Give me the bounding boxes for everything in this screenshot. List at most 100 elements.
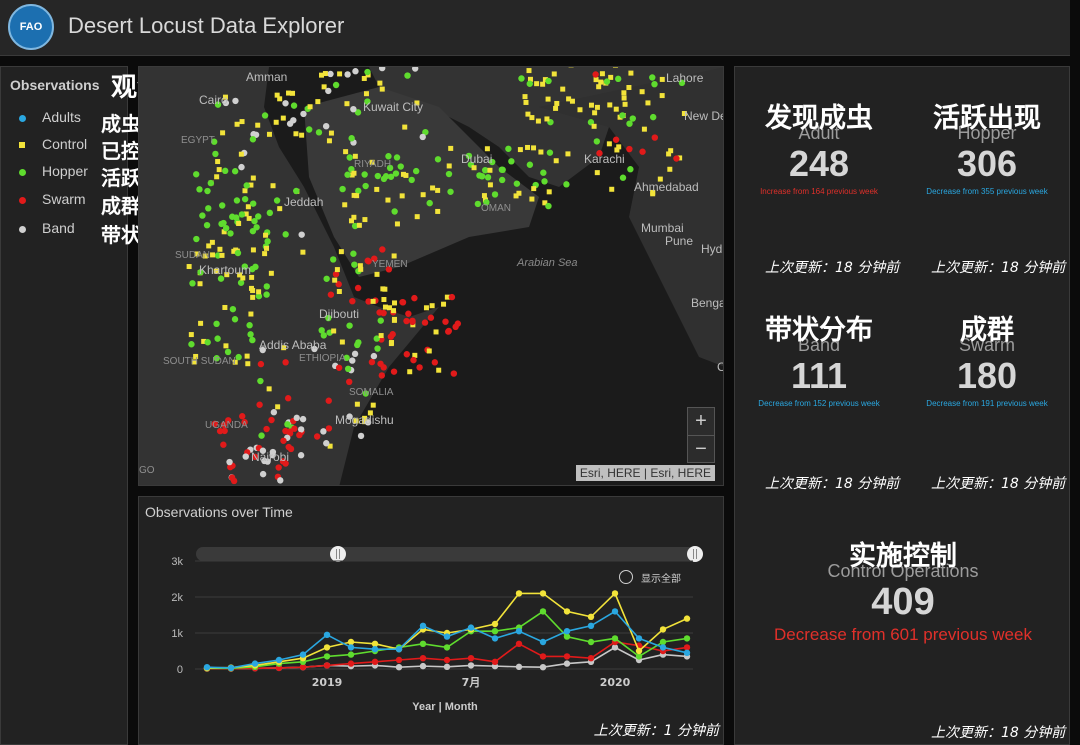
observation-point[interactable] [541, 178, 548, 185]
observation-point[interactable] [350, 250, 357, 257]
control-point[interactable] [446, 163, 452, 169]
observation-point[interactable] [619, 174, 627, 181]
observation-point[interactable] [332, 81, 340, 89]
control-point[interactable] [188, 332, 194, 338]
observation-point[interactable] [313, 433, 321, 440]
observation-point[interactable] [505, 145, 512, 152]
observation-point[interactable] [445, 170, 453, 178]
observation-point[interactable] [230, 477, 238, 485]
observation-point[interactable] [203, 221, 211, 229]
observation-point[interactable] [508, 158, 515, 165]
observation-point[interactable] [364, 68, 371, 76]
observation-point[interactable] [390, 368, 398, 375]
observation-point[interactable] [214, 335, 221, 342]
control-point[interactable] [338, 249, 344, 255]
data-point-swarm[interactable] [323, 662, 331, 669]
observation-point[interactable] [484, 174, 492, 181]
control-point[interactable] [262, 251, 268, 257]
control-point[interactable] [266, 131, 272, 137]
control-point[interactable] [553, 105, 559, 111]
control-point[interactable] [588, 102, 594, 108]
observation-point[interactable] [649, 74, 656, 81]
observation-point[interactable] [626, 145, 633, 153]
data-point-control[interactable] [515, 590, 523, 597]
control-point[interactable] [275, 404, 281, 410]
control-point[interactable] [391, 253, 397, 259]
control-point[interactable] [641, 126, 647, 132]
observation-point[interactable] [344, 365, 352, 373]
control-point[interactable] [545, 96, 551, 102]
observation-point[interactable] [330, 256, 337, 263]
control-point[interactable] [239, 119, 245, 125]
data-point-hopper[interactable] [587, 638, 595, 646]
observation-point[interactable] [649, 113, 657, 121]
observation-point[interactable] [639, 148, 646, 155]
control-point[interactable] [344, 101, 350, 107]
control-point[interactable] [319, 72, 324, 78]
control-point[interactable] [659, 76, 665, 82]
observation-point[interactable] [252, 263, 259, 271]
observation-point[interactable] [323, 440, 330, 447]
control-point[interactable] [290, 90, 296, 96]
data-point-control[interactable] [659, 626, 667, 633]
observation-point[interactable] [403, 317, 410, 325]
data-point-control[interactable] [635, 647, 643, 655]
observation-point[interactable] [619, 112, 626, 119]
observation-point[interactable] [513, 180, 521, 187]
data-point-band[interactable] [467, 662, 475, 669]
observation-point[interactable] [354, 284, 362, 292]
control-point[interactable] [328, 130, 334, 136]
observation-point[interactable] [498, 176, 506, 184]
data-point-adults[interactable] [683, 649, 691, 656]
observation-point[interactable] [327, 291, 335, 298]
control-point[interactable] [535, 118, 541, 124]
control-point[interactable] [626, 84, 632, 90]
data-point-control[interactable] [323, 644, 331, 651]
observation-point[interactable] [627, 166, 634, 173]
observation-point[interactable] [355, 339, 362, 346]
control-point[interactable] [209, 239, 215, 245]
control-point[interactable] [487, 182, 493, 188]
observation-point[interactable] [255, 213, 262, 220]
data-point-swarm[interactable] [491, 658, 499, 665]
data-point-adults[interactable] [515, 628, 523, 635]
observation-point[interactable] [282, 100, 289, 107]
control-point[interactable] [334, 267, 340, 273]
observation-point[interactable] [325, 425, 333, 432]
data-point-adults[interactable] [419, 622, 427, 629]
control-point[interactable] [526, 68, 532, 74]
control-point[interactable] [523, 99, 529, 105]
control-point[interactable] [370, 298, 376, 304]
observation-point[interactable] [362, 182, 369, 190]
observation-point[interactable] [188, 341, 195, 348]
data-point-swarm[interactable] [563, 653, 571, 660]
data-point-swarm[interactable] [539, 653, 547, 660]
observation-point[interactable] [266, 209, 274, 217]
observation-point[interactable] [491, 191, 499, 198]
control-point[interactable] [357, 263, 363, 269]
observation-point[interactable] [346, 378, 353, 386]
control-point[interactable] [326, 138, 332, 144]
observation-point[interactable] [498, 166, 506, 173]
observation-point[interactable] [397, 163, 404, 170]
data-point-adults[interactable] [299, 651, 307, 658]
control-point[interactable] [531, 186, 537, 192]
control-point[interactable] [666, 151, 672, 157]
data-point-adults[interactable] [347, 644, 355, 651]
control-point[interactable] [531, 145, 537, 151]
observation-point[interactable] [419, 133, 426, 141]
observation-point[interactable] [427, 314, 435, 321]
control-point[interactable] [513, 193, 519, 199]
data-point-band[interactable] [563, 660, 571, 667]
data-point-adults[interactable] [395, 646, 403, 653]
observation-point[interactable] [235, 353, 242, 361]
control-point[interactable] [354, 193, 360, 199]
observation-point[interactable] [593, 138, 601, 145]
observation-point[interactable] [651, 80, 658, 88]
control-point[interactable] [217, 246, 223, 252]
control-point[interactable] [378, 333, 384, 339]
observation-point[interactable] [416, 364, 423, 371]
observation-point[interactable] [445, 328, 452, 335]
control-point[interactable] [248, 311, 254, 317]
control-point[interactable] [250, 294, 256, 300]
